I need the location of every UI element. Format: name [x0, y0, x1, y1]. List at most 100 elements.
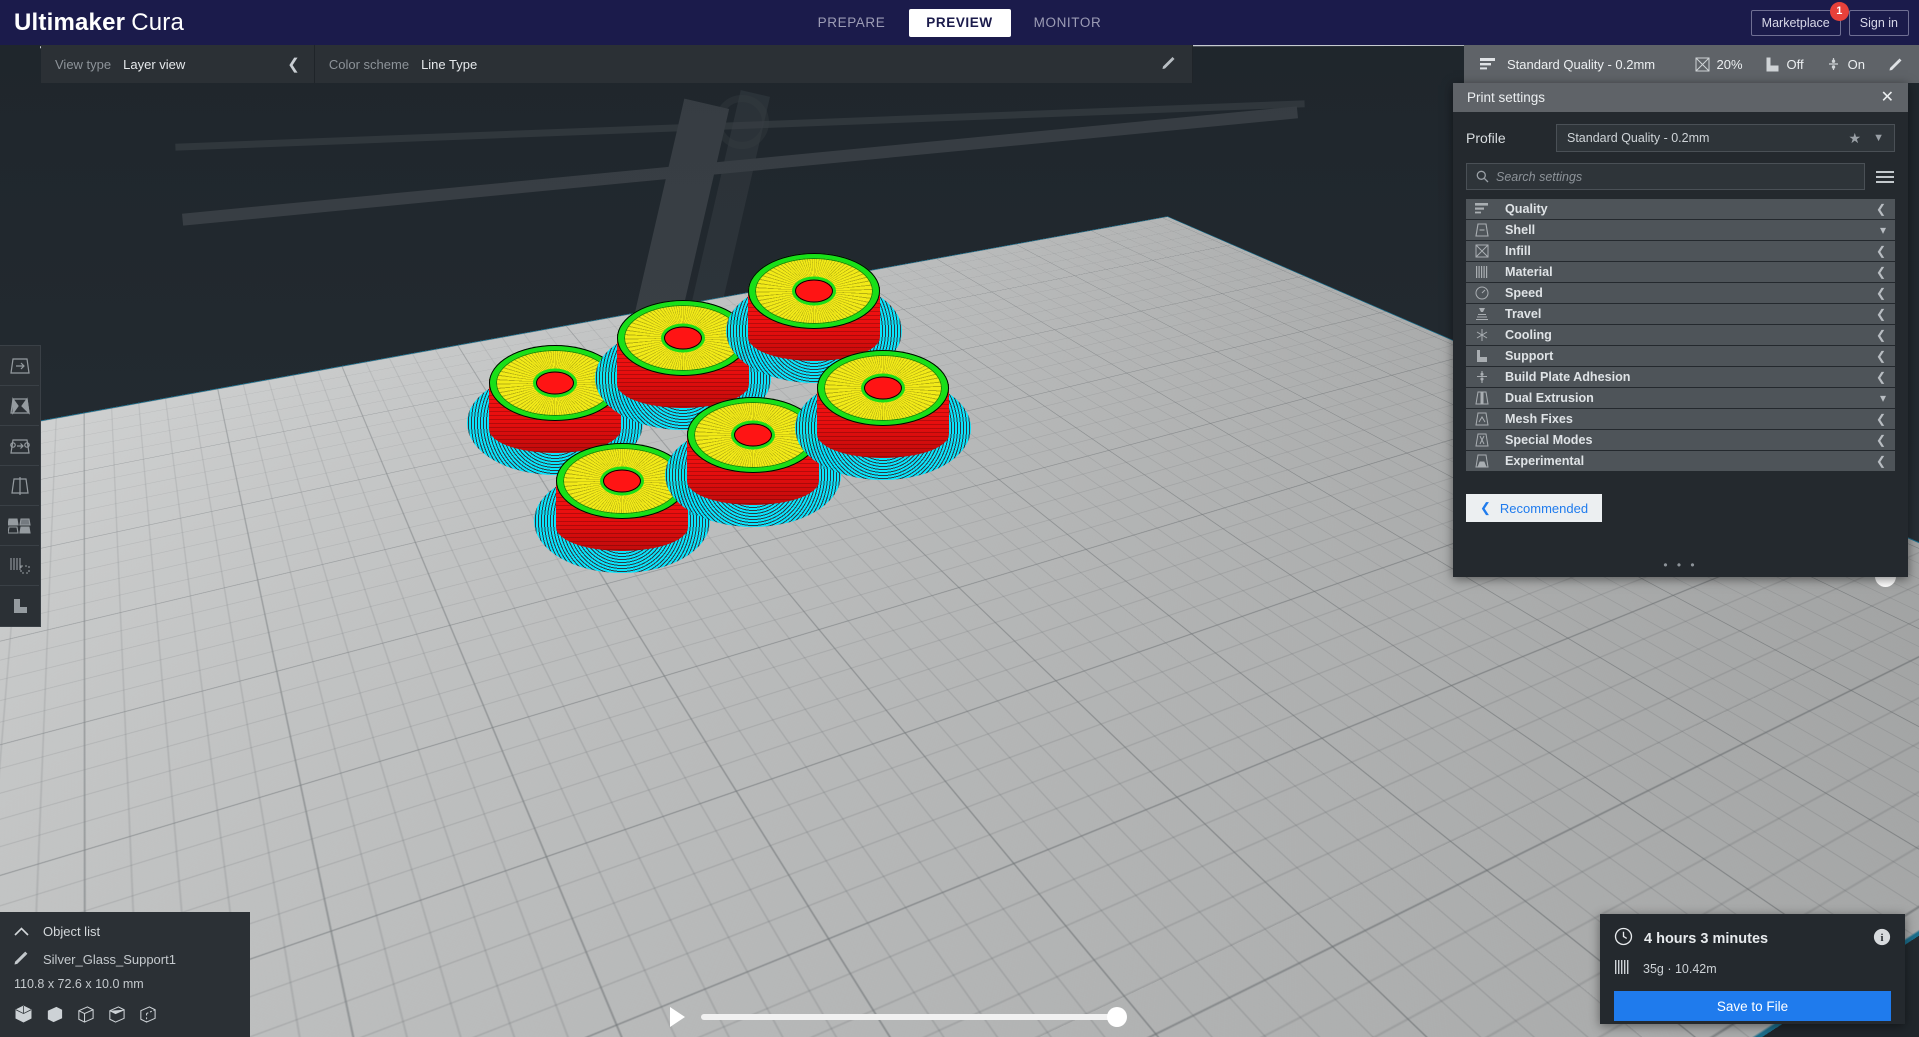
material-usage-row: 35g · 10.42m	[1614, 959, 1891, 978]
play-icon[interactable]	[670, 1007, 685, 1027]
clock-icon	[1614, 927, 1633, 950]
scale-tool-icon[interactable]	[0, 386, 39, 426]
settings-category-infill[interactable]: Infill ❮	[1466, 241, 1895, 262]
rotate-tool-icon[interactable]	[0, 426, 39, 466]
settings-category-shell[interactable]: Shell ▾	[1466, 220, 1895, 241]
view-mode-icons	[14, 1005, 236, 1029]
support-blocker-icon[interactable]	[0, 546, 39, 586]
travel-icon	[1475, 307, 1505, 321]
category-label: Shell	[1505, 223, 1536, 237]
profile-value: Standard Quality - 0.2mm	[1567, 131, 1710, 145]
pencil-icon[interactable]	[1889, 57, 1903, 71]
recommended-button[interactable]: ❮ Recommended	[1466, 494, 1603, 522]
settings-category-travel[interactable]: Travel ❮	[1466, 304, 1895, 325]
search-input[interactable]	[1496, 169, 1855, 184]
print-time-value: 4 hours 3 minutes	[1644, 930, 1769, 947]
settings-category-material[interactable]: Material ❮	[1466, 262, 1895, 283]
color-scheme-selector[interactable]: Color scheme Line Type	[315, 45, 1193, 83]
chevron-left-icon[interactable]: ❮	[1876, 433, 1886, 447]
profile-row: Profile Standard Quality - 0.2mm ★ ▼	[1453, 112, 1908, 160]
print-settings-panel: Print settings ✕ Profile Standard Qualit…	[1453, 83, 1908, 577]
settings-category-quality[interactable]: Quality ❮	[1466, 199, 1895, 220]
settings-category-build-plate-adhesion[interactable]: Build Plate Adhesion ❮	[1466, 367, 1895, 388]
info-icon[interactable]: i	[1873, 928, 1891, 950]
material-usage-value: 35g · 10.42m	[1643, 961, 1717, 976]
search-settings-box[interactable]	[1466, 163, 1865, 190]
category-label: Material	[1505, 265, 1553, 279]
cube-solid-icon[interactable]	[14, 1005, 33, 1029]
shell-icon	[1475, 223, 1505, 237]
chevron-left-icon[interactable]: ❮	[1876, 244, 1886, 258]
object-list-panel: Object list Silver_Glass_Support1 110.8 …	[0, 912, 250, 1037]
chevron-up-icon[interactable]	[14, 924, 29, 939]
top-surface	[817, 350, 949, 426]
cube-half-icon[interactable]	[107, 1005, 126, 1029]
settings-category-dual-extrusion[interactable]: Dual Extrusion ▾	[1466, 388, 1895, 409]
cube-wire-icon[interactable]	[76, 1005, 95, 1029]
support-icon	[1475, 349, 1505, 363]
summary-infill[interactable]: 20%	[1695, 57, 1743, 72]
chevron-left-icon[interactable]: ❮	[287, 55, 300, 73]
marketplace-badge: 1	[1829, 1, 1849, 21]
right-column: Standard Quality - 0.2mm 20% Off On Prin…	[1453, 45, 1919, 577]
view-type-selector[interactable]: View type Layer view ❮	[41, 45, 315, 83]
center-hole	[864, 376, 902, 400]
chevron-left-icon[interactable]: ❮	[1876, 349, 1886, 363]
adhesion-icon	[1826, 57, 1841, 72]
settings-category-mesh-fixes[interactable]: Mesh Fixes ❮	[1466, 409, 1895, 430]
sliced-part[interactable]	[795, 350, 971, 482]
chevron-left-icon[interactable]: ❮	[1876, 412, 1886, 426]
close-icon[interactable]: ✕	[1881, 89, 1894, 106]
chevron-left-icon[interactable]: ❮	[1876, 307, 1886, 321]
pencil-icon[interactable]	[14, 950, 29, 968]
support-eraser-icon[interactable]	[0, 586, 39, 626]
profile-dropdown[interactable]: Standard Quality - 0.2mm ★ ▼	[1556, 124, 1895, 152]
summary-adhesion[interactable]: On	[1826, 57, 1865, 72]
object-list-title: Object list	[43, 924, 101, 939]
support-icon	[1765, 57, 1780, 72]
path-slider-handle[interactable]	[1107, 1007, 1127, 1027]
chevron-left-icon[interactable]: ❮	[1876, 454, 1886, 468]
tab-monitor[interactable]: MONITOR	[1017, 9, 1119, 37]
star-icon[interactable]: ★	[1849, 130, 1862, 147]
object-list-item[interactable]: Silver_Glass_Support1	[14, 950, 236, 968]
per-model-settings-icon[interactable]	[0, 506, 39, 546]
tab-preview[interactable]: PREVIEW	[908, 8, 1011, 37]
tab-prepare[interactable]: PREPARE	[801, 9, 903, 37]
cube-outline-icon[interactable]	[45, 1005, 64, 1029]
chevron-left-icon[interactable]: ❮	[1876, 265, 1886, 279]
chevron-down-icon[interactable]: ▾	[1880, 223, 1886, 237]
profile-label: Profile	[1466, 130, 1506, 146]
settings-category-speed[interactable]: Speed ❮	[1466, 283, 1895, 304]
print-setup-summary-bar[interactable]: Standard Quality - 0.2mm 20% Off On	[1464, 45, 1919, 83]
settings-category-special-modes[interactable]: Special Modes ❮	[1466, 430, 1895, 451]
chevron-down-icon[interactable]: ▾	[1880, 391, 1886, 405]
settings-category-experimental[interactable]: Experimental ❮	[1466, 451, 1895, 472]
left-toolbar	[0, 345, 41, 627]
settings-category-support[interactable]: Support ❮	[1466, 346, 1895, 367]
object-list-header[interactable]: Object list	[14, 924, 236, 939]
category-label: Special Modes	[1505, 433, 1593, 447]
center-hole	[603, 469, 641, 493]
cube-xray-icon[interactable]	[138, 1005, 157, 1029]
sign-in-button[interactable]: Sign in	[1848, 9, 1909, 36]
save-to-file-button[interactable]: Save to File	[1614, 991, 1891, 1021]
settings-category-cooling[interactable]: Cooling ❮	[1466, 325, 1895, 346]
chevron-left-icon[interactable]: ❮	[1876, 370, 1886, 384]
move-tool-icon[interactable]	[0, 346, 39, 386]
hamburger-icon[interactable]	[1875, 170, 1895, 184]
chevron-down-icon[interactable]: ▼	[1873, 132, 1884, 144]
chevron-left-icon[interactable]: ❮	[1876, 328, 1886, 342]
path-slider-track[interactable]	[701, 1007, 1127, 1027]
chevron-left-icon[interactable]: ❮	[1876, 202, 1886, 216]
panel-resize-handle[interactable]: • • •	[1663, 558, 1697, 572]
chevron-left-icon[interactable]: ❮	[1876, 286, 1886, 300]
category-label: Travel	[1505, 307, 1542, 321]
quality-icon	[1475, 203, 1505, 215]
marketplace-button[interactable]: Marketplace 1	[1750, 1, 1849, 36]
summary-support[interactable]: Off	[1765, 57, 1804, 72]
mirror-tool-icon[interactable]	[0, 466, 39, 506]
pencil-icon[interactable]	[1162, 56, 1176, 73]
category-label: Quality	[1505, 202, 1548, 216]
print-time-row: 4 hours 3 minutes i	[1614, 927, 1891, 950]
